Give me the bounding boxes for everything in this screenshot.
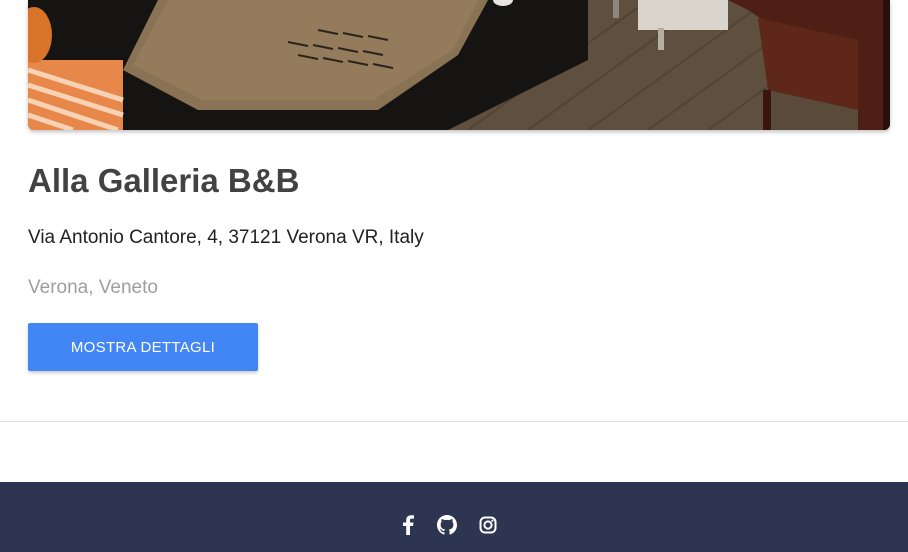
show-details-button[interactable]: MOSTRA DETTAGLI [28, 323, 258, 371]
section-divider [0, 421, 908, 422]
instagram-icon[interactable] [477, 514, 499, 536]
listing-title: Alla Galleria B&B [28, 162, 300, 199]
listing-region: Verona, Veneto [28, 277, 158, 298]
facebook-icon[interactable] [397, 514, 419, 536]
github-icon[interactable] [436, 514, 458, 536]
listing-photo [28, 0, 890, 130]
listing-address: Via Antonio Cantore, 4, 37121 Verona VR,… [28, 227, 424, 248]
